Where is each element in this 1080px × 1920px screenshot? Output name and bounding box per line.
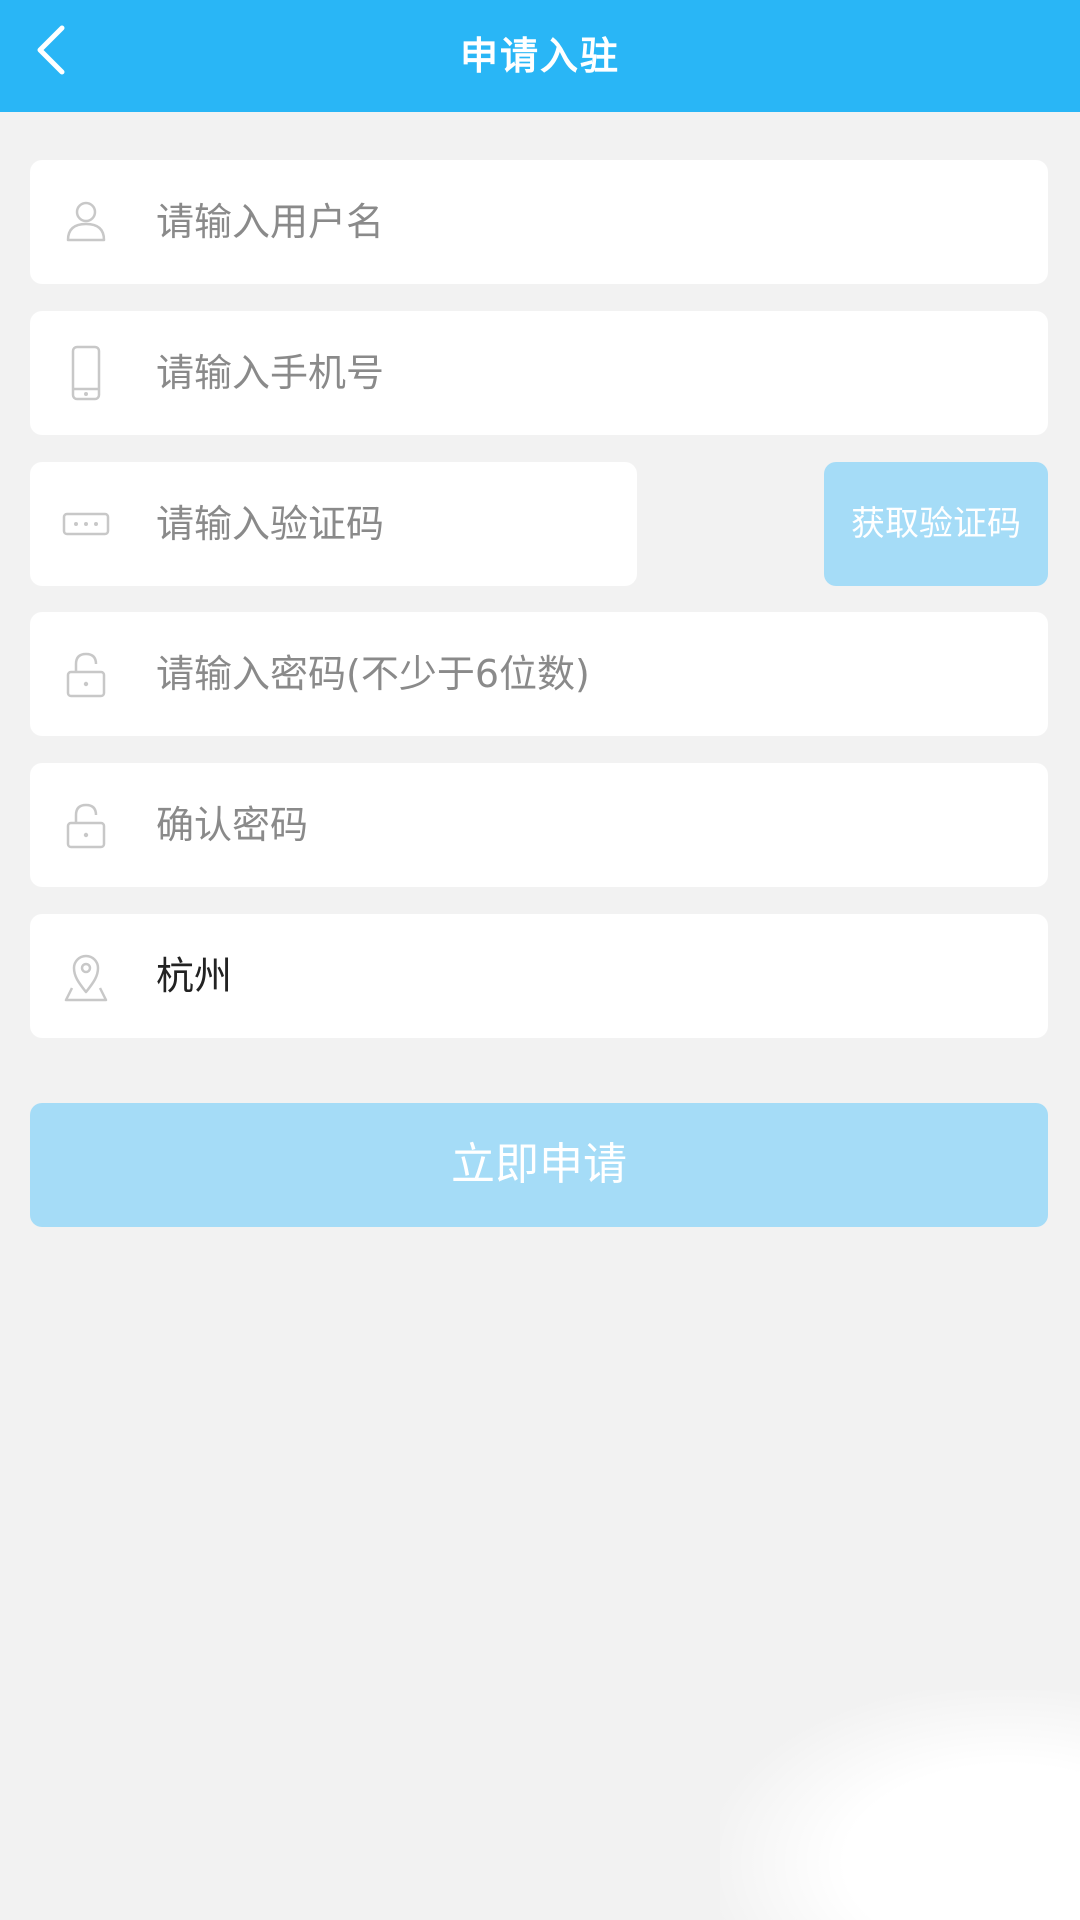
confirm-password-input[interactable]: 确认密码: [156, 763, 308, 887]
city-field[interactable]: 杭州: [30, 914, 1048, 1038]
get-code-button[interactable]: 获取验证码: [824, 462, 1048, 586]
confirm-password-field[interactable]: 确认密码: [30, 763, 1048, 887]
corner-highlight: [720, 1690, 1080, 1920]
user-icon: [58, 194, 114, 250]
username-field[interactable]: 请输入用户名: [30, 160, 1048, 284]
page-title: 申请入驻: [459, 34, 620, 78]
phone-input[interactable]: 请输入手机号: [156, 311, 384, 435]
submit-button[interactable]: 立即申请: [30, 1103, 1048, 1227]
code-icon: [58, 496, 114, 552]
verification-code-field[interactable]: 请输入验证码: [30, 462, 637, 586]
password-input[interactable]: 请输入密码(不少于6位数): [156, 612, 590, 736]
phone-field[interactable]: 请输入手机号: [30, 311, 1048, 435]
city-value[interactable]: 杭州: [156, 914, 232, 1038]
password-field[interactable]: 请输入密码(不少于6位数): [30, 612, 1048, 736]
location-icon: [58, 948, 114, 1004]
username-input[interactable]: 请输入用户名: [156, 160, 384, 284]
app-header: 申请入驻: [0, 0, 1080, 112]
phone-icon: [58, 345, 114, 401]
lock-icon: [58, 797, 114, 853]
verification-code-input[interactable]: 请输入验证码: [156, 462, 384, 586]
lock-icon: [58, 646, 114, 702]
